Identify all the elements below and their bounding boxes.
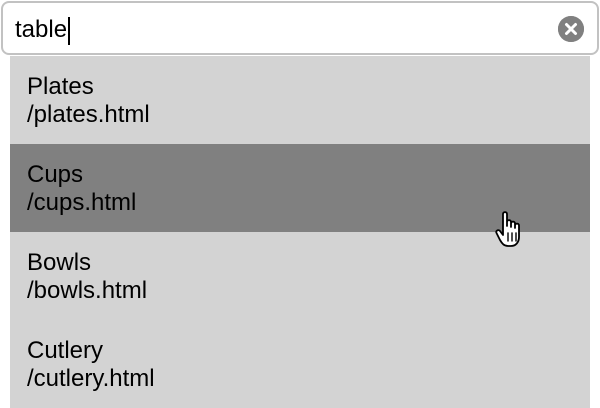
result-item-cups[interactable]: Cups /cups.html (10, 144, 590, 232)
result-title: Bowls (27, 249, 92, 276)
clear-circle-x-icon (558, 16, 584, 42)
result-url: /cups.html (27, 189, 137, 216)
search-value: table (15, 16, 68, 43)
result-title: Plates (27, 73, 94, 100)
text-caret (68, 16, 71, 45)
result-title: Cups (27, 161, 84, 188)
clear-search-button[interactable] (558, 16, 584, 42)
search-results-list: Plates /plates.html Cups /cups.html Bowl… (10, 56, 590, 408)
result-title: Cutlery (27, 337, 104, 364)
result-item-bowls[interactable]: Bowls /bowls.html (10, 232, 590, 320)
result-url: /plates.html (27, 101, 150, 128)
search-input[interactable]: table (15, 13, 71, 47)
search-box[interactable]: table (1, 1, 599, 55)
result-url: /cutlery.html (27, 365, 155, 392)
result-item-plates[interactable]: Plates /plates.html (10, 56, 590, 144)
result-item-cutlery[interactable]: Cutlery /cutlery.html (10, 320, 590, 408)
result-url: /bowls.html (27, 277, 148, 304)
